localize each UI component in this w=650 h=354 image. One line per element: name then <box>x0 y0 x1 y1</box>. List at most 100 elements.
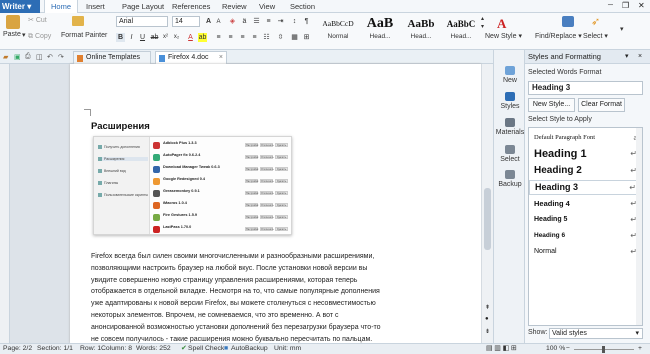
menu-page-layout[interactable]: Page Layout <box>122 0 164 13</box>
strip-styles-button[interactable]: Styles <box>494 92 526 110</box>
find-replace-icon[interactable] <box>562 16 574 27</box>
zoom-slider-thumb[interactable] <box>602 346 605 353</box>
strip-select-button[interactable]: Select <box>494 145 526 163</box>
style-item-heading-4[interactable]: Heading 4 ↵ <box>529 197 642 211</box>
section-heading[interactable]: Расширения <box>91 121 150 132</box>
status-zoom[interactable]: 100 % <box>546 344 565 354</box>
status-unit[interactable]: Unit: mm <box>274 344 301 354</box>
embedded-screenshot-image[interactable]: Получить дополнения Расширения Внешний в… <box>93 136 292 235</box>
style-list[interactable]: Default Paragraph Fonta Heading 1↵ Headi… <box>528 127 643 326</box>
list-bullet-icon[interactable]: ☰ <box>252 17 261 26</box>
print-icon[interactable]: ⎙ <box>25 53 31 61</box>
document-page[interactable]: ⊟ Расширения Получить дополнения Расшире… <box>70 64 481 343</box>
menu-references[interactable]: References <box>172 0 210 13</box>
italic-icon[interactable]: I <box>127 33 136 42</box>
tab-online-templates[interactable]: Online Templates <box>73 51 151 64</box>
distributed-icon[interactable]: ☷ <box>262 33 271 42</box>
new-style-icon[interactable]: A <box>497 16 506 32</box>
undo-icon[interactable]: ↶ <box>47 53 53 61</box>
format-painter-icon[interactable] <box>72 16 84 26</box>
underline-icon[interactable]: U <box>138 33 147 42</box>
cut-button[interactable]: ✂ Cut <box>28 16 47 24</box>
style-heading-3[interactable]: AaBbC Head... <box>442 15 480 40</box>
body-paragraph[interactable]: Firefox всегда был силен своими многочис… <box>91 251 421 343</box>
style-item-default-paragraph-font[interactable]: Default Paragraph Fonta <box>529 131 642 144</box>
close-icon[interactable]: ✕ <box>638 1 645 10</box>
align-left-icon[interactable]: ≡ <box>214 33 223 42</box>
ribbon-more-icon[interactable]: ▾ <box>620 25 624 33</box>
clear-format-icon[interactable]: ◈ <box>228 17 237 26</box>
tab-firefox-doc[interactable]: Firefox 4.doc × <box>155 51 227 64</box>
chevron-down-icon[interactable]: ▾ <box>22 31 26 39</box>
status-section[interactable]: Section: 1/1 <box>37 344 73 354</box>
select-button[interactable]: Select ▾ <box>583 32 608 40</box>
style-heading-1[interactable]: AaB Head... <box>361 15 399 40</box>
subscript-icon[interactable]: x₂ <box>172 33 181 42</box>
style-item-heading-6[interactable]: Heading 6 ↵ <box>529 229 642 243</box>
style-normal[interactable]: AaBbCcD Normal <box>318 15 358 40</box>
save-icon[interactable]: ▣ <box>14 53 21 61</box>
style-item-heading-1[interactable]: Heading 1 ↵ <box>529 146 642 162</box>
view-mode-icon[interactable]: ▤ ▥ ◧ ⊞ <box>486 344 517 354</box>
strikethrough-icon[interactable]: ab <box>150 33 159 42</box>
minimize-icon[interactable]: ─ <box>608 2 613 9</box>
highlight-icon[interactable]: ab <box>198 33 207 42</box>
shading-icon[interactable]: ▦ <box>290 33 299 42</box>
next-page-icon[interactable]: ⇟ <box>485 328 490 335</box>
vertical-scrollbar[interactable]: ⇞ ● ⇟ <box>481 64 493 343</box>
status-page[interactable]: Page: 2/2 <box>3 344 32 354</box>
style-heading-2[interactable]: AaBb Head... <box>402 15 440 40</box>
font-name-select[interactable]: Arial <box>116 16 168 27</box>
zoom-in-icon[interactable]: + <box>638 344 642 354</box>
menu-section[interactable]: Section <box>290 0 315 13</box>
border-icon[interactable]: ⊞ <box>302 33 311 42</box>
line-spacing-icon[interactable]: ⇳ <box>276 33 285 42</box>
menu-insert[interactable]: Insert <box>86 0 105 13</box>
status-words[interactable]: Words: 252 <box>136 344 171 354</box>
style-item-heading-3[interactable]: Heading 3 ↵ <box>529 180 642 195</box>
shrink-font-icon[interactable]: A <box>214 18 223 27</box>
strip-new-button[interactable]: New <box>494 66 526 84</box>
zoom-out-icon[interactable]: − <box>566 344 570 354</box>
cursor-select-icon[interactable]: ➶ <box>591 15 600 28</box>
format-painter-button[interactable]: Format Painter <box>61 32 107 39</box>
bold-icon[interactable]: B <box>116 33 125 42</box>
align-center-icon[interactable]: ≡ <box>226 33 235 42</box>
prev-page-icon[interactable]: ⇞ <box>485 304 490 311</box>
font-size-select[interactable]: 14 <box>172 16 200 27</box>
strip-materials-button[interactable]: Materials <box>494 118 526 136</box>
superscript-icon[interactable]: x² <box>161 33 170 42</box>
style-item-normal[interactable]: Normal ↵ <box>529 245 642 259</box>
preview-icon[interactable]: ◫ <box>36 53 43 61</box>
new-style-panel-button[interactable]: New Style... <box>528 98 575 112</box>
align-right-icon[interactable]: ≡ <box>238 33 247 42</box>
gallery-scroll-down-icon[interactable]: ▾ <box>481 23 484 30</box>
close-icon[interactable]: × <box>219 52 223 64</box>
strip-backup-button[interactable]: Backup <box>494 170 526 188</box>
status-autobackup[interactable]: AutoBackup <box>231 344 268 354</box>
menu-home[interactable]: Home <box>44 0 78 13</box>
justify-icon[interactable]: ≡ <box>250 33 259 42</box>
app-menu-button[interactable]: Writer ▾ <box>0 0 40 13</box>
indent-icon[interactable]: ⇥ <box>276 17 285 26</box>
find-replace-button[interactable]: Find/Replace ▾ <box>535 32 582 40</box>
status-spell-check[interactable]: Spell Check <box>188 344 224 354</box>
folder-icon[interactable]: ▰ <box>3 53 8 61</box>
sort-icon[interactable]: ↕ <box>290 17 299 26</box>
phonetic-icon[interactable]: ä <box>240 17 249 26</box>
paste-icon[interactable] <box>6 15 20 29</box>
paragraph-mark-icon[interactable]: ¶ <box>302 17 311 26</box>
grow-font-icon[interactable]: A <box>204 17 213 26</box>
style-list-scrollbar[interactable] <box>636 128 642 325</box>
font-color-icon[interactable]: A <box>186 33 195 42</box>
redo-icon[interactable]: ↷ <box>58 53 64 61</box>
paste-button[interactable]: Paste <box>3 31 21 38</box>
restore-icon[interactable]: ❐ <box>622 1 629 10</box>
new-style-button[interactable]: New Style ▾ <box>485 32 522 40</box>
select-browse-icon[interactable]: ● <box>485 316 489 322</box>
selected-format-field[interactable]: Heading 3 <box>528 81 643 95</box>
chevron-down-icon[interactable]: ▾ <box>625 50 629 64</box>
style-item-heading-2[interactable]: Heading 2 ↵ <box>529 163 642 179</box>
menu-view[interactable]: View <box>259 0 275 13</box>
style-item-heading-5[interactable]: Heading 5 ↵ <box>529 213 642 227</box>
